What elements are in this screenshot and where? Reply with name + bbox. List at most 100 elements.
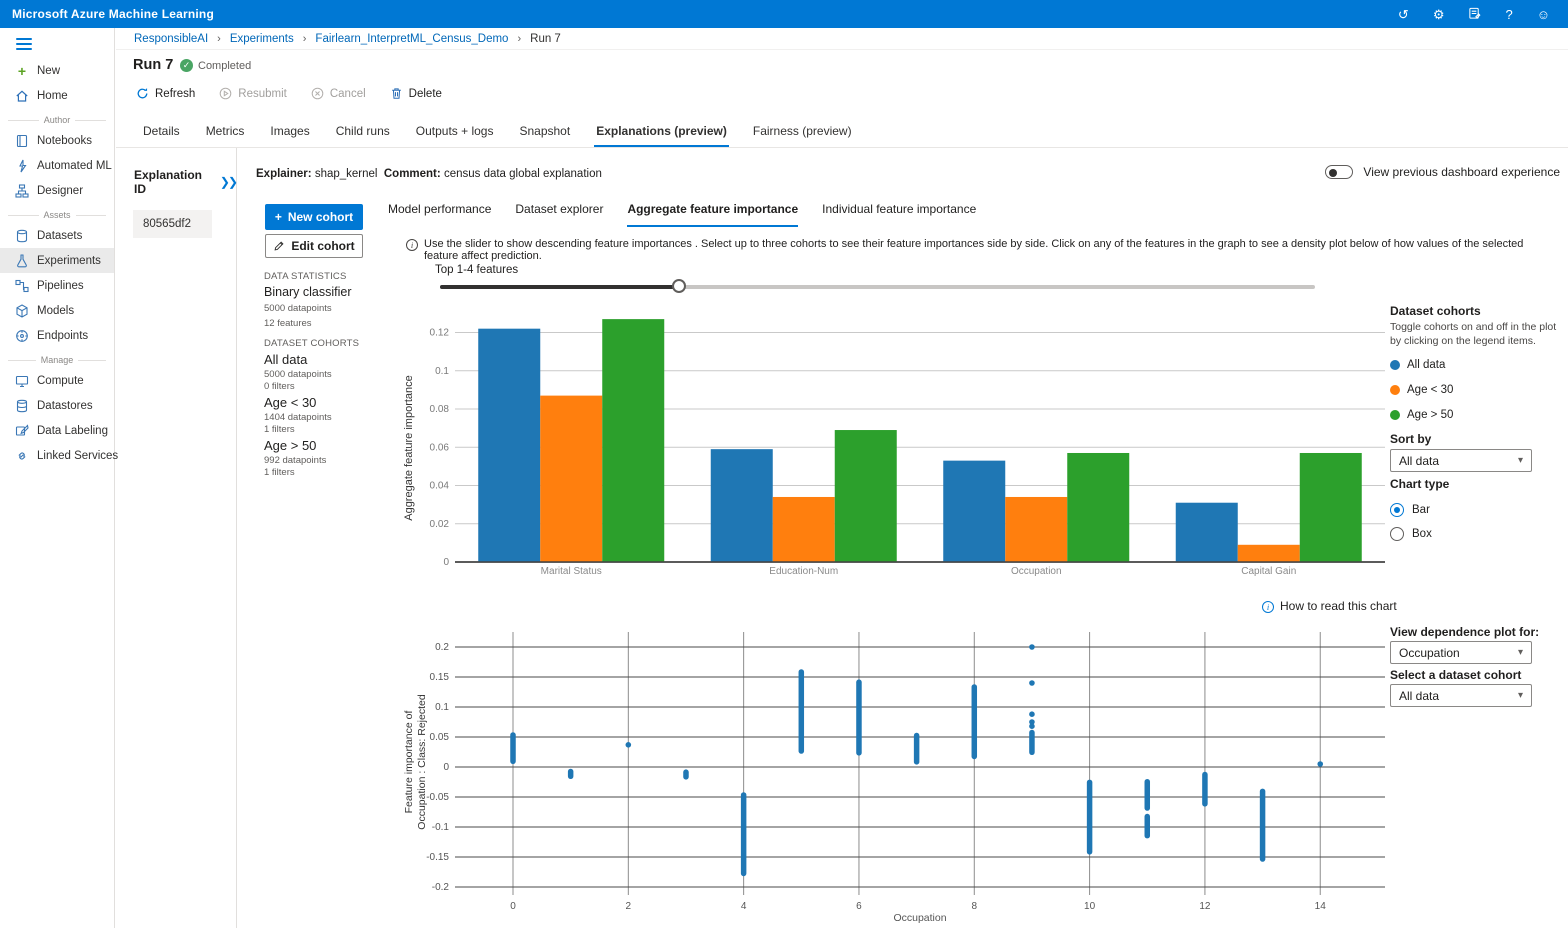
bar-marital-status-all-data[interactable] xyxy=(478,329,540,562)
gear-icon[interactable]: ⚙ xyxy=(1433,8,1445,21)
svg-text:0.12: 0.12 xyxy=(430,328,450,339)
legend-label: Age < 30 xyxy=(1407,384,1453,396)
hamburger-menu-icon[interactable] xyxy=(16,38,32,50)
tab-metrics[interactable]: Metrics xyxy=(204,120,247,147)
pipelines-icon xyxy=(15,279,29,293)
explanation-id-panel: Explanation ID ❯❯ 80565df2 xyxy=(116,148,237,928)
bar-occupation-age-30[interactable] xyxy=(1005,497,1067,562)
sidebar-item-notebooks[interactable]: Notebooks xyxy=(0,128,114,153)
breadcrumb-separator-icon: › xyxy=(303,33,307,45)
svg-text:0.2: 0.2 xyxy=(435,642,449,653)
chart-type-box[interactable]: Box xyxy=(1390,522,1432,546)
legend-item-age-30[interactable]: Age < 30 xyxy=(1390,377,1453,402)
explanation-id-heading: Explanation ID xyxy=(134,168,212,196)
breadcrumb-link-responsibleai[interactable]: ResponsibleAI xyxy=(134,33,208,45)
bar-occupation-all-data[interactable] xyxy=(943,461,1005,562)
legend-item-all-data[interactable]: All data xyxy=(1390,352,1453,377)
tab-fairness-preview[interactable]: Fairness (preview) xyxy=(751,120,854,147)
tab-outputs-logs[interactable]: Outputs + logs xyxy=(414,120,496,147)
svg-text:6: 6 xyxy=(856,901,862,912)
bar-capital-gain-all-data[interactable] xyxy=(1176,503,1238,562)
tab-individual-feature-importance[interactable]: Individual feature importance xyxy=(822,202,976,227)
sidebar-item-models[interactable]: Models xyxy=(0,298,114,323)
svg-text:0: 0 xyxy=(510,901,516,912)
sort-by-dropdown[interactable]: All data ▾ xyxy=(1390,449,1532,472)
tab-model-performance[interactable]: Model performance xyxy=(388,202,491,227)
previous-dashboard-toggle-row: View previous dashboard experience xyxy=(1325,165,1560,179)
bar-education-num-age-50[interactable] xyxy=(835,430,897,562)
bar-marital-status-age-50[interactable] xyxy=(602,319,664,562)
bar-education-num-age-30[interactable] xyxy=(773,497,835,562)
previous-dashboard-toggle[interactable] xyxy=(1325,165,1353,179)
legend-item-age-50[interactable]: Age > 50 xyxy=(1390,402,1453,427)
tab-images[interactable]: Images xyxy=(268,120,311,147)
scatter-point-x14 xyxy=(1317,761,1323,767)
smiley-icon[interactable]: ☺ xyxy=(1537,8,1550,21)
legend-dot xyxy=(1390,385,1400,395)
scatter-column-x3 xyxy=(683,769,689,779)
bar-y-axis-title: Aggregate feature importance xyxy=(403,375,415,521)
bar-marital-status-age-30[interactable] xyxy=(540,396,602,562)
feedback-icon[interactable] xyxy=(1468,7,1481,22)
how-to-read-link[interactable]: i How to read this chart xyxy=(1262,599,1397,613)
explanation-id-item[interactable]: 80565df2 xyxy=(133,210,212,238)
scatter-column-x13 xyxy=(1260,789,1266,862)
sidebar-item-datastores[interactable]: Datastores xyxy=(0,393,114,418)
sidebar-item-linked-services[interactable]: Linked Services xyxy=(0,443,114,468)
sidebar-item-designer[interactable]: Designer xyxy=(0,178,114,203)
tabs-separator xyxy=(116,147,1568,148)
tab-explanations-preview[interactable]: Explanations (preview) xyxy=(594,120,729,147)
sidebar-item-experiments[interactable]: Experiments xyxy=(0,248,114,273)
sort-by-label: Sort by xyxy=(1390,432,1431,446)
sidebar-item-label: Linked Services xyxy=(37,450,118,462)
breadcrumb-link-experiments[interactable]: Experiments xyxy=(230,33,294,45)
tab-child-runs[interactable]: Child runs xyxy=(334,120,392,147)
bar-education-num-all-data[interactable] xyxy=(711,449,773,562)
dependence-cohort-value: All data xyxy=(1399,689,1439,703)
history-icon[interactable]: ↺ xyxy=(1398,8,1409,21)
bar-occupation-age-50[interactable] xyxy=(1067,453,1129,562)
cancel-button[interactable]: Cancel xyxy=(311,87,366,100)
slider-thumb[interactable] xyxy=(672,279,686,293)
delete-button[interactable]: Delete xyxy=(390,87,442,100)
sidebar-item-pipelines[interactable]: Pipelines xyxy=(0,273,114,298)
sidebar-item-label: Compute xyxy=(37,375,84,387)
sidebar-item-data-labeling[interactable]: Data Labeling xyxy=(0,418,114,443)
dependence-cohort-dropdown[interactable]: All data ▾ xyxy=(1390,684,1532,707)
sort-by-value: All data xyxy=(1399,454,1439,468)
sidebar-item-label: Home xyxy=(37,90,68,102)
bar-capital-gain-age-30[interactable] xyxy=(1238,545,1300,562)
dependence-plot-label: View dependence plot for: xyxy=(1390,625,1539,639)
edit-cohort-button[interactable]: Edit cohort xyxy=(265,234,363,258)
models-icon xyxy=(15,304,29,318)
sidebar-item-new[interactable]: + New xyxy=(0,58,114,83)
scatter-point-x9 xyxy=(1029,644,1035,650)
sidebar-item-compute[interactable]: Compute xyxy=(0,368,114,393)
sidebar-item-endpoints[interactable]: Endpoints xyxy=(0,323,114,348)
features-slider[interactable] xyxy=(440,285,1315,289)
new-cohort-button[interactable]: +New cohort xyxy=(265,204,363,230)
aggregate-feature-importance-chart: 00.020.040.060.080.10.12Aggregate featur… xyxy=(398,298,1390,586)
refresh-button[interactable]: Refresh xyxy=(136,87,195,100)
sidebar-item-label: Datasets xyxy=(37,230,82,242)
sidebar-item-home[interactable]: Home xyxy=(0,83,114,108)
scatter-column-x9 xyxy=(1029,730,1035,755)
sidebar-item-datasets[interactable]: Datasets xyxy=(0,223,114,248)
sidebar-item-automated-ml[interactable]: Automated ML xyxy=(0,153,114,178)
notebook-icon xyxy=(15,134,29,148)
dependence-feature-dropdown[interactable]: Occupation ▾ xyxy=(1390,641,1532,664)
tab-snapshot[interactable]: Snapshot xyxy=(517,120,572,147)
resubmit-icon xyxy=(219,87,232,100)
bar-capital-gain-age-50[interactable] xyxy=(1300,453,1362,562)
radio-icon xyxy=(1390,503,1404,517)
collapse-panel-icon[interactable]: ❯❯ xyxy=(220,175,236,189)
tab-dataset-explorer[interactable]: Dataset explorer xyxy=(515,202,603,227)
help-icon[interactable]: ? xyxy=(1505,8,1512,21)
tab-details[interactable]: Details xyxy=(141,120,182,147)
chart-type-bar[interactable]: Bar xyxy=(1390,498,1432,522)
tab-aggregate-feature-importance[interactable]: Aggregate feature importance xyxy=(627,202,798,227)
resubmit-button[interactable]: Resubmit xyxy=(219,87,287,100)
scatter-column-x11 xyxy=(1145,779,1151,811)
scatter-column-x1 xyxy=(568,769,574,779)
breadcrumb-link-fairlearn-interpretml-census-demo[interactable]: Fairlearn_InterpretML_Census_Demo xyxy=(315,33,508,45)
